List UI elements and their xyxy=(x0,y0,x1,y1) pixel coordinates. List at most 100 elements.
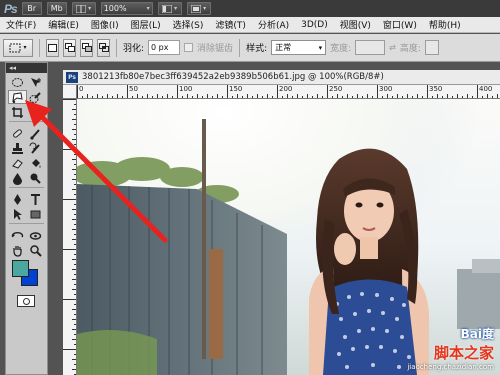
marquee-tool[interactable] xyxy=(8,75,27,89)
crop-tool[interactable] xyxy=(8,105,27,119)
document-tab[interactable]: Ps 3801213fb80e7bec3ff639452a2eb9389b506… xyxy=(63,70,500,85)
menu-layer[interactable]: 图层(L) xyxy=(125,18,167,31)
crop-icon xyxy=(11,106,23,118)
ruler-label: 350 xyxy=(429,85,443,93)
style-select[interactable]: 正常 ▾ xyxy=(271,40,327,55)
height-input[interactable] xyxy=(424,40,439,55)
3d-rotate-tool[interactable] xyxy=(8,228,27,242)
history-brush-tool[interactable] xyxy=(27,141,46,155)
menu-analysis[interactable]: 分析(A) xyxy=(252,18,295,31)
clone-stamp-tool[interactable] xyxy=(8,141,27,155)
menu-select[interactable]: 选择(S) xyxy=(167,18,210,31)
antialias-label: 消除锯齿 xyxy=(197,44,234,54)
tool-preset-picker[interactable]: ▾ xyxy=(3,38,33,57)
new-selection-icon xyxy=(48,43,57,52)
marquee-preset-icon xyxy=(9,43,21,52)
add-selection-icon xyxy=(64,43,75,52)
dodge-icon xyxy=(30,173,41,184)
blur-tool[interactable] xyxy=(8,171,27,185)
menu-file[interactable]: 文件(F) xyxy=(0,18,42,31)
menu-view[interactable]: 视图(V) xyxy=(334,18,377,31)
subtract-from-selection-button[interactable] xyxy=(80,38,93,57)
pen-tool[interactable] xyxy=(8,192,27,206)
chevron-down-icon: ▾ xyxy=(318,43,323,52)
eraser-tool[interactable] xyxy=(8,156,27,170)
ruler-label: 300 xyxy=(379,85,393,93)
quick-selection-icon xyxy=(29,91,41,103)
menu-edit[interactable]: 编辑(E) xyxy=(42,18,85,31)
path-selection-tool[interactable] xyxy=(8,207,27,221)
ruler-label: 200 xyxy=(279,85,293,93)
options-divider xyxy=(116,38,117,57)
paint-bucket-icon xyxy=(32,158,41,168)
layout-icon xyxy=(162,4,173,13)
menu-image[interactable]: 图像(I) xyxy=(85,18,125,31)
document-title: 3801213fb80e7bec3ff639452a2eb9389b506b61… xyxy=(82,72,384,82)
photoshop-logo: Ps xyxy=(4,1,18,16)
gradient-tool[interactable] xyxy=(27,156,46,170)
ruler-origin[interactable] xyxy=(63,85,77,99)
antialias-checkbox[interactable] xyxy=(184,43,194,52)
eyedropper-tool[interactable] xyxy=(27,105,46,119)
3d-rotate-icon xyxy=(11,231,23,237)
intersect-selection-icon xyxy=(98,43,109,52)
new-selection-button[interactable] xyxy=(46,38,59,57)
ruler-label: 0 xyxy=(79,85,84,93)
hand-tool[interactable] xyxy=(8,243,27,257)
width-input[interactable] xyxy=(355,40,386,55)
bridge-button[interactable]: Br xyxy=(21,2,42,15)
hand-icon xyxy=(13,245,22,257)
type-tool[interactable] xyxy=(27,192,46,206)
quick-mask-button[interactable] xyxy=(17,295,35,307)
document-window: Ps 3801213fb80e7bec3ff639452a2eb9389b506… xyxy=(63,70,500,375)
intersect-selection-button[interactable] xyxy=(97,38,110,57)
eyedropper-icon xyxy=(30,106,42,118)
bandage-icon xyxy=(12,128,22,138)
view-extras-button[interactable]: ▾ xyxy=(71,2,96,15)
watermark-url: jiaocheng.chazidian.com xyxy=(407,363,494,371)
healing-brush-tool[interactable] xyxy=(8,126,27,140)
add-to-selection-button[interactable] xyxy=(63,38,76,57)
tools-panel: ◂◂ xyxy=(5,62,48,375)
vertical-ruler[interactable] xyxy=(63,99,77,375)
quick-mask-icon xyxy=(22,297,30,305)
3d-camera-icon xyxy=(30,231,42,240)
brush-tool[interactable] xyxy=(27,126,46,140)
lasso-tool[interactable] xyxy=(8,90,27,104)
foreground-color-swatch[interactable] xyxy=(12,260,29,277)
move-tool[interactable] xyxy=(27,75,46,89)
pen-icon xyxy=(13,193,21,205)
arrange-documents-button[interactable]: ▾ xyxy=(157,2,182,15)
photoshop-document-icon: Ps xyxy=(66,71,78,83)
tools-panel-collapse[interactable]: ◂◂ xyxy=(6,63,47,73)
feather-input[interactable]: 0 px xyxy=(148,40,181,55)
options-bar: ▾ 羽化: 0 px 消除锯齿 样式: 正常 ▾ 宽度: ⇄ 高度: xyxy=(0,34,500,62)
watermark-site-name: 脚本之家 xyxy=(433,344,494,362)
style-label: 样式: xyxy=(246,44,268,54)
rectangle-icon xyxy=(30,210,41,218)
stamp-icon xyxy=(11,142,23,154)
dodge-tool[interactable] xyxy=(27,171,46,185)
app-bar: Ps Br Mb ▾ 100% ▾ ▾ ▾ xyxy=(0,0,500,17)
swap-dimensions-icon[interactable]: ⇄ xyxy=(389,43,396,52)
history-brush-icon xyxy=(29,142,41,154)
image-canvas[interactable]: Bai度 脚本之家 jiaocheng.chazidian.com xyxy=(77,99,500,375)
screen-mode-button[interactable]: ▾ xyxy=(186,2,211,15)
menu-window[interactable]: 窗口(W) xyxy=(377,18,423,31)
path-selection-icon xyxy=(13,208,22,220)
zoom-level-value: 100% xyxy=(103,4,127,13)
width-label: 宽度: xyxy=(330,44,352,54)
ruler-label: 400 xyxy=(479,85,493,93)
zoom-tool[interactable] xyxy=(27,243,46,257)
type-icon xyxy=(31,193,41,205)
menu-help[interactable]: 帮助(H) xyxy=(423,18,467,31)
mini-bridge-button[interactable]: Mb xyxy=(46,2,67,15)
ruler-label: 150 xyxy=(229,85,243,93)
3d-camera-tool[interactable] xyxy=(27,228,46,242)
menu-filter[interactable]: 滤镜(T) xyxy=(209,18,252,31)
menu-3d[interactable]: 3D(D) xyxy=(295,20,334,30)
zoom-level-select[interactable]: 100% ▾ xyxy=(100,2,153,15)
quick-selection-tool[interactable] xyxy=(27,90,46,104)
rectangle-tool[interactable] xyxy=(27,207,46,221)
horizontal-ruler[interactable]: 0 50 100 150 200 250 300 350 400 xyxy=(77,85,500,99)
